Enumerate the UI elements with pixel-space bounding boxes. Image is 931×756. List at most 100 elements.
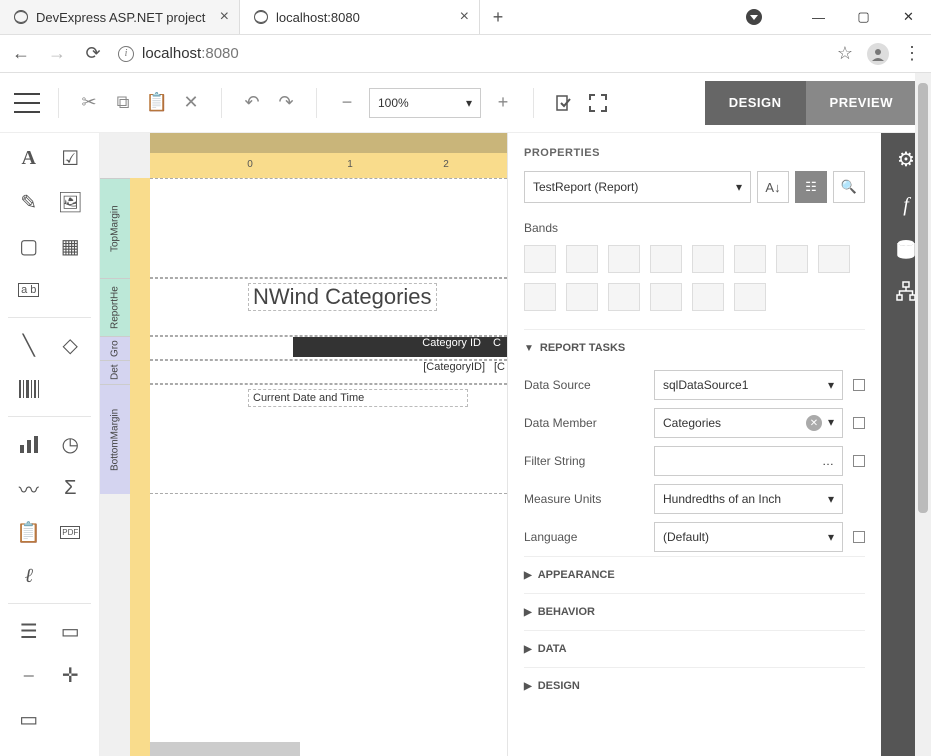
band-type-icon[interactable] (566, 245, 598, 273)
pivotgrid-tool-icon[interactable]: Σ (52, 473, 90, 503)
browser-menu-icon[interactable]: ⋮ (903, 43, 921, 64)
column-header-row[interactable]: Category ID C (293, 337, 507, 357)
maximize-button[interactable]: ▢ (841, 2, 886, 32)
page-info-label[interactable]: Current Date and Time (248, 389, 468, 407)
zoom-in-icon[interactable]: + (491, 91, 515, 115)
sort-alpha-button[interactable]: A↓ (757, 171, 789, 203)
band-type-icon[interactable] (818, 245, 850, 273)
section-data[interactable]: ▶DATA (524, 630, 865, 667)
crossbandbox-tool-icon[interactable]: ▭ (10, 704, 48, 734)
checkbox-tool-icon[interactable]: ☑ (52, 143, 90, 173)
chart-tool-icon[interactable] (10, 429, 48, 459)
data-member-select[interactable]: Categories✕▾ (654, 408, 843, 438)
barcode-tool-icon[interactable] (10, 374, 48, 404)
bookmark-icon[interactable]: ☆ (837, 43, 853, 64)
section-design[interactable]: ▶DESIGN (524, 667, 865, 704)
band-type-icon[interactable] (524, 245, 556, 273)
panel-tool-icon[interactable]: ▢ (10, 231, 48, 261)
paste-icon[interactable]: 📋 (145, 91, 169, 115)
design-view-button[interactable]: DESIGN (705, 81, 806, 125)
subreport-tool-icon[interactable]: 📋 (10, 517, 48, 547)
close-icon[interactable]: × (220, 8, 229, 26)
forward-button[interactable]: → (46, 43, 68, 64)
property-marker[interactable] (853, 417, 865, 429)
band-type-icon[interactable] (566, 283, 598, 311)
detail-row[interactable]: [CategoryID] [C (293, 361, 507, 373)
sparkline-tool-icon[interactable]: 〰 (10, 473, 48, 503)
band-type-icon[interactable] (524, 283, 556, 311)
band-group-header[interactable]: Gro (100, 336, 130, 360)
line-tool-icon[interactable]: ╲ (10, 330, 48, 360)
section-report-tasks[interactable]: ▼REPORT TASKS (524, 329, 865, 366)
url-field[interactable]: i localhost:8080 (118, 45, 823, 62)
section-appearance[interactable]: ▶APPEARANCE (524, 556, 865, 593)
band-type-icon[interactable] (692, 245, 724, 273)
pdfcontent-tool-icon[interactable]: PDF (52, 517, 90, 547)
minimize-button[interactable]: — (796, 2, 841, 32)
preview-view-button[interactable]: PREVIEW (806, 81, 917, 125)
database-icon[interactable] (897, 239, 915, 259)
property-marker[interactable] (853, 379, 865, 391)
table-tool-icon[interactable]: ▦ (52, 231, 90, 261)
property-marker[interactable] (853, 455, 865, 467)
band-type-icon[interactable] (608, 283, 640, 311)
band-report-header[interactable]: ReportHe (100, 278, 130, 336)
toc-tool-icon[interactable]: ☰ (10, 616, 48, 646)
object-selector[interactable]: TestReport (Report) ▾ (524, 171, 751, 203)
language-select[interactable]: (Default)▾ (654, 522, 843, 552)
data-source-select[interactable]: sqlDataSource1▾ (654, 370, 843, 400)
charactercomb-tool-icon[interactable]: a b (10, 275, 48, 305)
property-marker[interactable] (853, 531, 865, 543)
section-behavior[interactable]: ▶BEHAVIOR (524, 593, 865, 630)
richtext-tool-icon[interactable]: ✎ (10, 187, 48, 217)
band-type-icon[interactable] (650, 245, 682, 273)
band-type-icon[interactable] (734, 283, 766, 311)
copy-icon[interactable]: ⧉ (111, 91, 135, 115)
report-surface[interactable]: NWind Categories Category ID C [Category… (150, 178, 507, 756)
sort-category-button[interactable]: ☷ (795, 171, 827, 203)
band-type-icon[interactable] (734, 245, 766, 273)
browser-tab-2[interactable]: localhost:8080 × (240, 0, 480, 34)
search-button[interactable]: 🔍 (833, 171, 865, 203)
picturebox-tool-icon[interactable]: 🖼 (52, 187, 90, 217)
report-title-label[interactable]: NWind Categories (248, 283, 437, 311)
ellipsis-icon[interactable]: … (822, 454, 834, 468)
fullscreen-icon[interactable] (586, 91, 610, 115)
signature-tool-icon[interactable]: ℓ (10, 561, 48, 591)
site-info-icon[interactable]: i (118, 46, 134, 62)
gear-icon[interactable]: ⚙ (897, 147, 915, 172)
clear-icon[interactable]: ✕ (806, 415, 822, 431)
filter-string-input[interactable]: … (654, 446, 843, 476)
band-type-icon[interactable] (692, 283, 724, 311)
horizontal-scrollbar-thumb[interactable] (150, 742, 300, 756)
back-button[interactable]: ← (10, 43, 32, 64)
measure-units-select[interactable]: Hundredths of an Inch▾ (654, 484, 843, 514)
band-top-margin[interactable]: TopMargin (100, 178, 130, 278)
crossband-tool-icon[interactable]: ✛ (52, 660, 90, 690)
band-type-icon[interactable] (776, 245, 808, 273)
label-tool-icon[interactable]: A (10, 143, 48, 173)
redo-icon[interactable]: ↷ (274, 91, 298, 115)
design-canvas[interactable]: 0 1 2 TopMargin ReportHe Gro Det BottomM… (100, 133, 507, 756)
gauge-tool-icon[interactable]: ◷ (52, 429, 90, 459)
delete-icon[interactable]: ✕ (179, 91, 203, 115)
undo-icon[interactable]: ↶ (240, 91, 264, 115)
pageinfo-tool-icon[interactable]: ▭ (52, 616, 90, 646)
expression-icon[interactable]: f (903, 194, 909, 217)
reload-button[interactable]: ⟳ (82, 43, 104, 64)
band-detail[interactable]: Det (100, 360, 130, 384)
band-type-icon[interactable] (650, 283, 682, 311)
new-tab-button[interactable]: + (480, 0, 516, 34)
browser-scrollbar[interactable] (915, 73, 931, 756)
scrollbar-thumb[interactable] (918, 83, 928, 513)
profile-avatar[interactable] (867, 43, 889, 65)
zoom-out-icon[interactable]: − (335, 91, 359, 115)
pagebreak-tool-icon[interactable]: ⎯ (10, 660, 48, 690)
zoom-select[interactable]: 100% ▾ (369, 88, 481, 118)
browser-tab-1[interactable]: DevExpress ASP.NET project × (0, 0, 240, 34)
cut-icon[interactable]: ✂ (77, 91, 101, 115)
close-icon[interactable]: × (460, 8, 469, 26)
menu-button[interactable] (14, 93, 40, 113)
validate-icon[interactable] (552, 91, 576, 115)
report-explorer-icon[interactable] (896, 281, 916, 301)
